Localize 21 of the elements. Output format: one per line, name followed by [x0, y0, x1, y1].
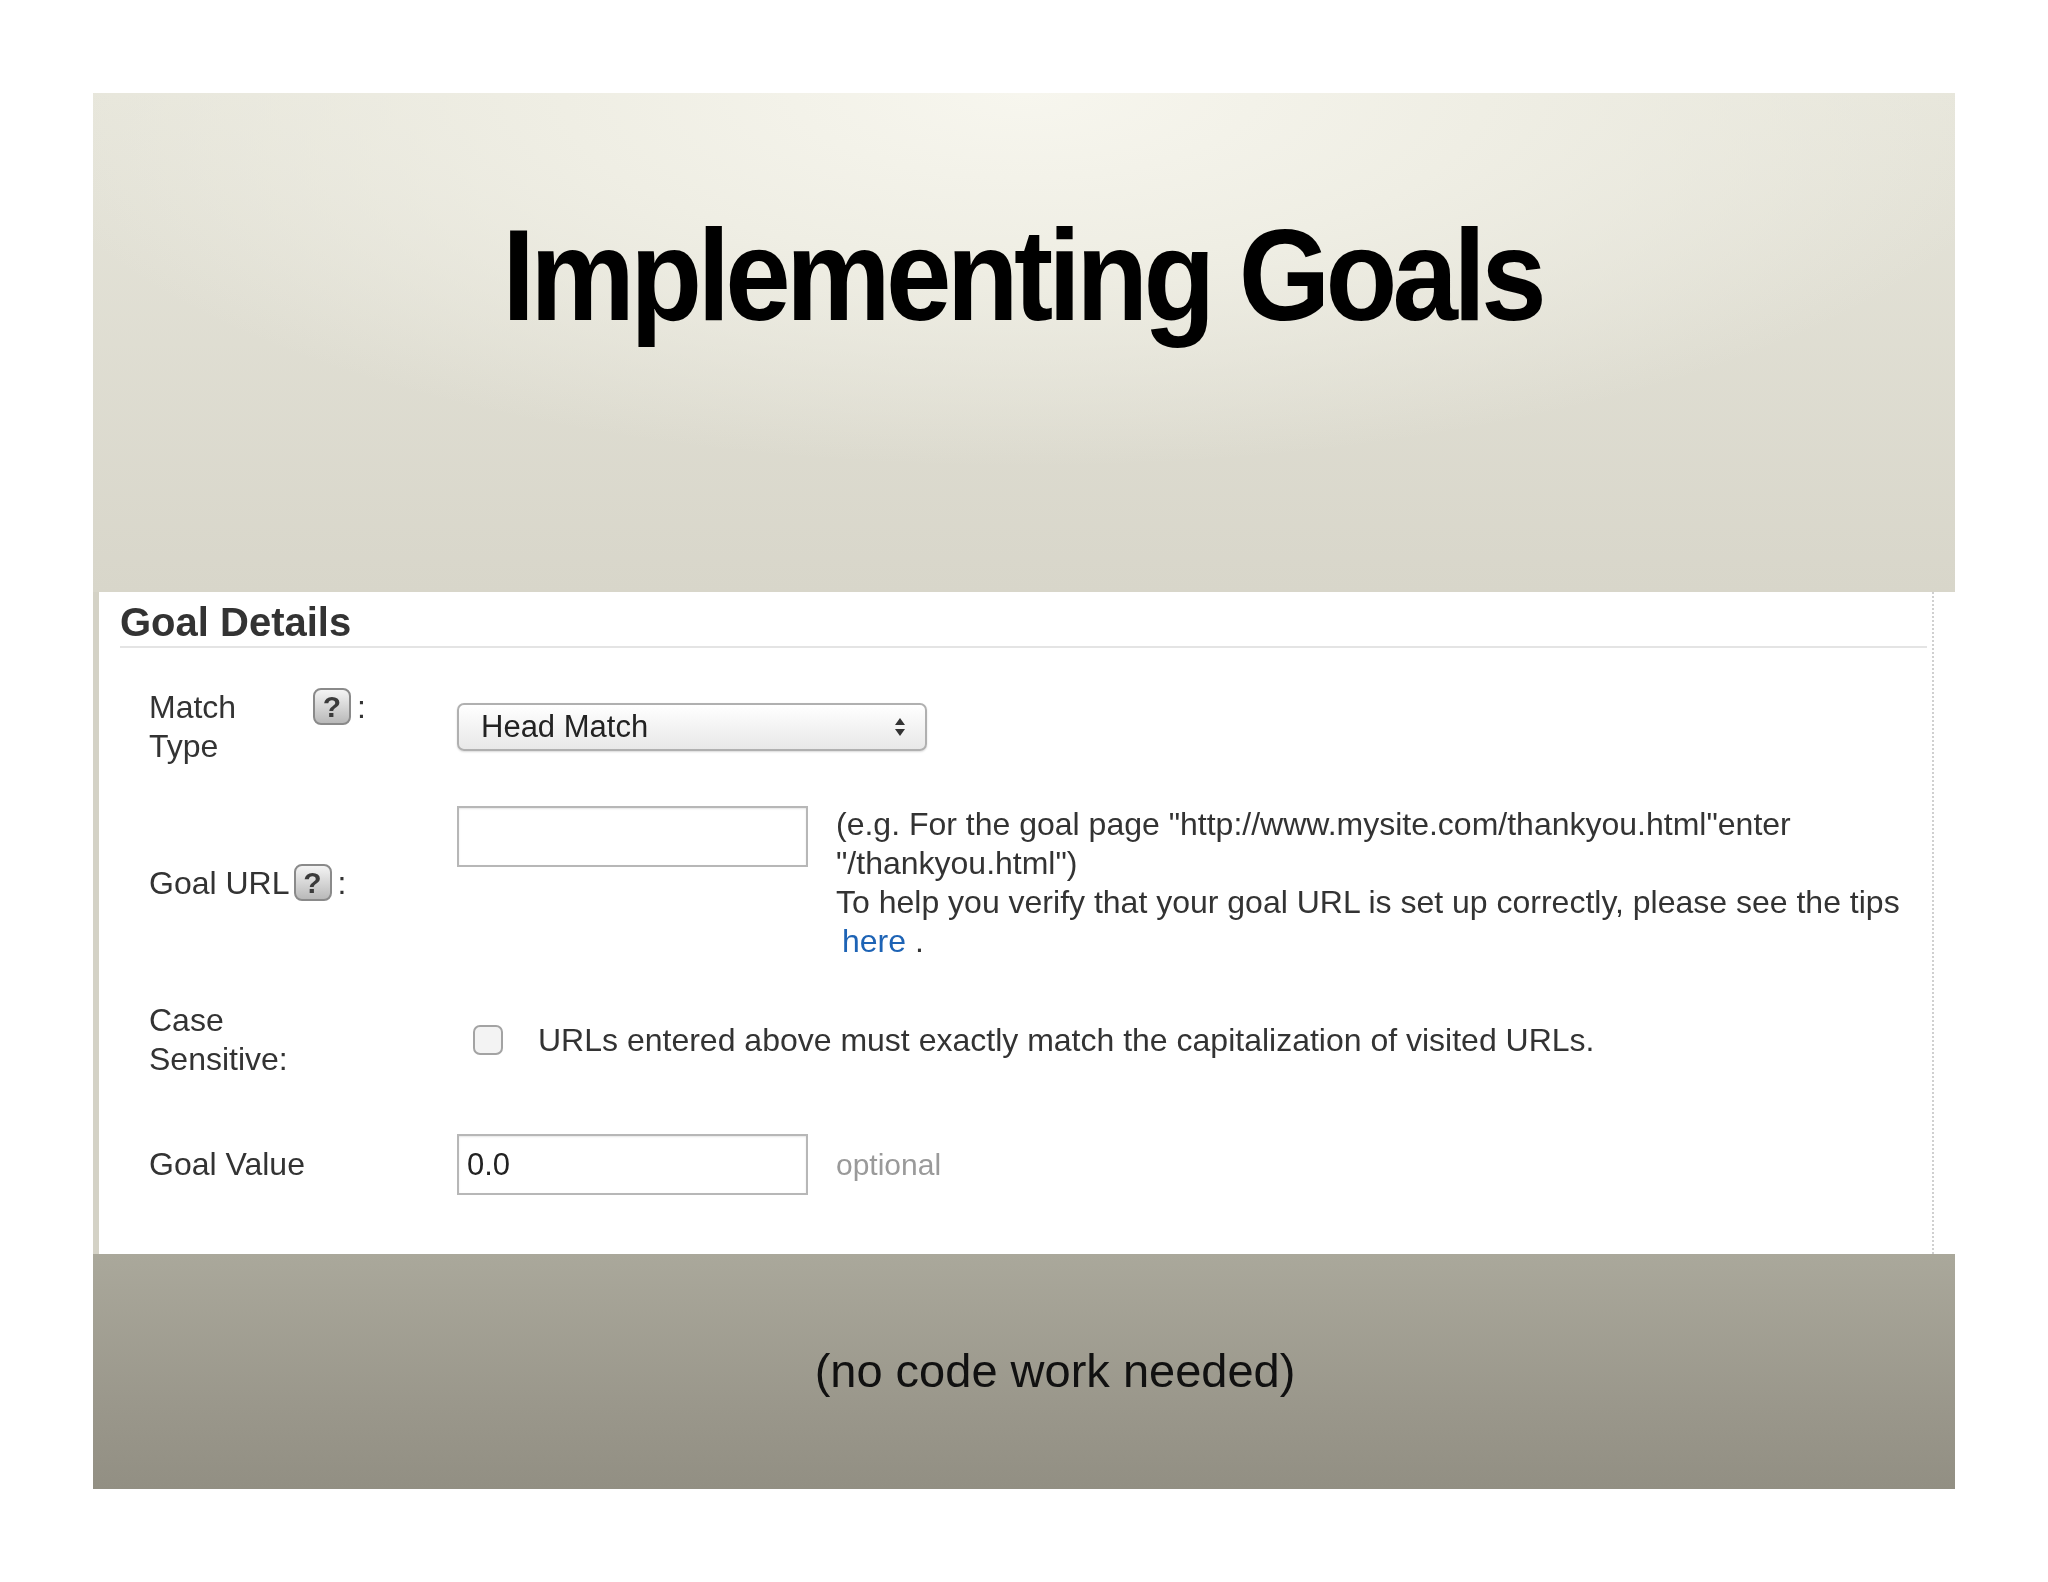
- field-label: Goal Value: [149, 1145, 305, 1184]
- select-dropdown[interactable]: Head Match: [457, 703, 927, 751]
- text-input[interactable]: [457, 806, 808, 867]
- slide-title: Implementing Goals: [501, 201, 1544, 350]
- label-colon: :: [337, 864, 347, 903]
- hint-text: To help you verify that your goal URL is set up correctly, please see the tips here .: [836, 883, 1901, 961]
- label-colon: :: [357, 688, 366, 727]
- optional-note: optional: [836, 1147, 942, 1183]
- checkbox[interactable]: [473, 1025, 503, 1055]
- updown-caret-icon: [895, 718, 905, 736]
- field-label: Match Type: [149, 688, 238, 766]
- slide-note: (no code work needed): [814, 1343, 1296, 1400]
- field-label: Goal URL: [149, 864, 290, 903]
- hint-text: (e.g. For the goal page "http://www.mysite.com/thankyou.html"enter "/thankyou.html"): [836, 805, 1792, 883]
- help-icon[interactable]: ?: [313, 688, 351, 725]
- tips-link[interactable]: here: [842, 923, 907, 959]
- help-icon[interactable]: ?: [293, 864, 332, 901]
- panel-heading: Goal Details: [120, 598, 1927, 648]
- checkbox-label: URLs entered above must exactly match the capitalization of visited URLs.: [538, 1020, 1595, 1060]
- field-label: Case Sensitive:: [149, 1001, 289, 1079]
- text-input[interactable]: 0.0: [457, 1134, 808, 1195]
